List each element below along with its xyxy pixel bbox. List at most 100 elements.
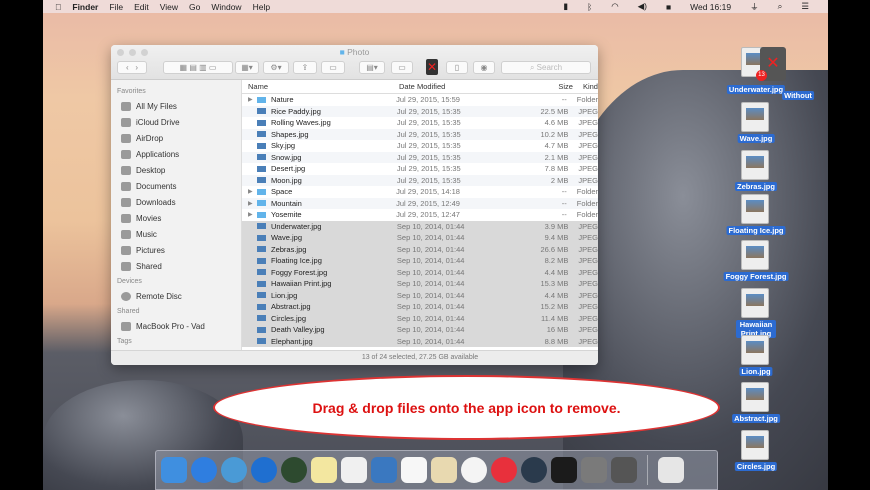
table-row[interactable]: Shapes.jpg Jul 29, 2015, 15:35 10.2 MB JPEG <box>242 128 598 140</box>
spotlight-icon[interactable]: ⌕ <box>778 1 783 12</box>
path-icon[interactable]: ▤▾ <box>359 61 385 74</box>
desktop-file-label[interactable]: Foggy Forest.jpg <box>723 272 789 281</box>
menu-edit[interactable]: Edit <box>134 2 149 12</box>
column-date-modified[interactable]: Date Modified <box>399 82 512 91</box>
dock-notes-icon[interactable] <box>401 457 427 483</box>
desktop-file-label[interactable]: Abstract.jpg <box>732 414 780 423</box>
wifi-icon[interactable]: ◠ <box>611 1 618 12</box>
table-row[interactable]: Desert.jpg Jul 29, 2015, 15:35 7.8 MB JPEG <box>242 163 598 175</box>
sidebar-item-applications[interactable]: Applications <box>117 146 241 162</box>
jpeg-file-icon[interactable] <box>741 102 769 132</box>
table-row[interactable]: Rolling Waves.jpg Jul 29, 2015, 15:35 4.6 … <box>242 117 598 129</box>
flag-icon[interactable]: ■ <box>666 2 671 12</box>
table-row[interactable]: ▶ Nature Jul 29, 2015, 15:59 -- Folder <box>242 94 598 106</box>
column-kind[interactable]: Kind <box>573 82 598 91</box>
sidebar-item-movies[interactable]: Movies <box>117 210 241 226</box>
table-row[interactable]: Snow.jpg Jul 29, 2015, 15:35 2.1 MB JPEG <box>242 151 598 163</box>
dock-system-preferences-icon[interactable] <box>581 457 607 483</box>
disclosure-triangle-icon[interactable]: ▶ <box>248 96 257 103</box>
column-size[interactable]: Size <box>512 82 573 91</box>
table-row[interactable]: Foggy Forest.jpg Sep 10, 2014, 01:44 4.4 M… <box>242 266 598 278</box>
disclosure-triangle-icon[interactable]: ▶ <box>248 188 257 195</box>
dock-sync-2-icon[interactable] <box>251 457 277 483</box>
table-row[interactable]: Zebras.jpg Sep 10, 2014, 01:44 26.6 MB JPEG <box>242 243 598 255</box>
notification-center-icon[interactable]: ☰ <box>801 1 809 12</box>
jpeg-file-icon[interactable] <box>741 335 769 365</box>
table-row[interactable]: Hawaiian Print.jpg Sep 10, 2014, 01:44 15.… <box>242 278 598 290</box>
jpeg-file-icon[interactable] <box>741 382 769 412</box>
dock-quicktime-icon[interactable] <box>521 457 547 483</box>
table-row[interactable]: ▶ Space Jul 29, 2015, 14:18 -- Folder <box>242 186 598 198</box>
clock[interactable]: Wed 16:19 <box>690 2 731 12</box>
dock-sync-3-icon[interactable] <box>281 457 307 483</box>
dock-maps-icon[interactable] <box>431 457 457 483</box>
table-row[interactable]: Lion.jpg Sep 10, 2014, 01:44 4.4 MB JPEG <box>242 289 598 301</box>
table-row[interactable]: Death Valley.jpg Sep 10, 2014, 01:44 16 MB… <box>242 324 598 336</box>
table-row[interactable]: Moon.jpg Jul 29, 2015, 15:35 2 MB JPEG <box>242 174 598 186</box>
share-icon[interactable]: ⇪ <box>293 61 317 74</box>
dock-finder-icon[interactable] <box>161 457 187 483</box>
menu-go[interactable]: Go <box>189 2 200 12</box>
column-name[interactable]: Name <box>242 82 399 91</box>
desktop-file-label[interactable]: Circles.jpg <box>734 462 778 471</box>
table-row[interactable]: ▶ Mountain Jul 29, 2015, 12:49 -- Folder <box>242 197 598 209</box>
dock-trash-icon[interactable] <box>658 457 684 483</box>
arrange-button[interactable]: ▦▾ <box>235 61 259 74</box>
table-row[interactable]: Wave.jpg Sep 10, 2014, 01:44 9.4 MB JPEG <box>242 232 598 244</box>
apple-menu-icon[interactable]:  <box>55 2 61 12</box>
table-row[interactable]: Abstract.jpg Sep 10, 2014, 01:44 15.2 MB JP… <box>242 301 598 313</box>
jpeg-file-icon[interactable] <box>741 288 769 318</box>
sidebar-item-remote-disc[interactable]: Remote Disc <box>117 288 241 304</box>
desktop-file-label[interactable]: Wave.jpg <box>737 134 775 143</box>
table-row[interactable]: Underwater.jpg Sep 10, 2014, 01:44 3.9 MB J… <box>242 220 598 232</box>
sidebar-item-shared[interactable]: Shared <box>117 258 241 274</box>
table-row[interactable]: Sky.jpg Jul 29, 2015, 15:35 4.7 MB JPEG <box>242 140 598 152</box>
tags-icon[interactable]: ▭ <box>321 61 345 74</box>
info-icon[interactable]: ▯ <box>446 61 468 74</box>
table-row[interactable]: ▶ Yosemite Jul 29, 2015, 12:47 -- Folder <box>242 209 598 221</box>
menu-app[interactable]: Finder <box>72 2 98 12</box>
dock-itunes-icon[interactable] <box>491 457 517 483</box>
desktop-file-label[interactable]: Underwater.jpg <box>726 85 786 94</box>
battery-icon[interactable]: ▮ <box>563 1 568 12</box>
sidebar-item-desktop[interactable]: Desktop <box>117 162 241 178</box>
view-mode-buttons[interactable]: ▦ ▤ ▥ ▭ <box>163 61 233 74</box>
disclosure-triangle-icon[interactable]: ▶ <box>248 211 257 218</box>
dock-vpn-icon[interactable] <box>341 457 367 483</box>
desktop-file-label[interactable]: Lion.jpg <box>739 367 773 376</box>
dock-terminal-icon[interactable] <box>551 457 577 483</box>
dock-photos-icon[interactable] <box>461 457 487 483</box>
table-row[interactable]: Elephant.jpg Sep 10, 2014, 01:44 8.8 MB JPE… <box>242 335 598 347</box>
jpeg-file-icon[interactable] <box>741 150 769 180</box>
table-row[interactable]: Rice Paddy.jpg Jul 29, 2015, 15:35 22.5 MB… <box>242 105 598 117</box>
dock-preview-icon[interactable] <box>371 457 397 483</box>
action-gear-icon[interactable]: ⚙▾ <box>263 61 289 74</box>
sidebar-item-downloads[interactable]: Downloads <box>117 194 241 210</box>
menu-view[interactable]: View <box>160 2 178 12</box>
jpeg-file-icon[interactable] <box>741 194 769 224</box>
menu-help[interactable]: Help <box>253 2 270 12</box>
search-input[interactable]: ⌕ Search <box>501 61 591 74</box>
sidebar-item-pictures[interactable]: Pictures <box>117 242 241 258</box>
bluetooth-icon[interactable]: ᛒ <box>587 2 592 12</box>
desktop-file-label[interactable]: Floating Ice.jpg <box>726 226 786 235</box>
menu-window[interactable]: Window <box>211 2 241 12</box>
menu-file[interactable]: File <box>109 2 123 12</box>
app-trash-icon[interactable]: ✕ <box>426 59 438 75</box>
volume-icon[interactable]: ◀) <box>638 1 647 12</box>
sidebar-item-documents[interactable]: Documents <box>117 178 241 194</box>
table-row[interactable]: Circles.jpg Sep 10, 2014, 01:44 11.4 MB JPE… <box>242 312 598 324</box>
back-forward-buttons[interactable]: ‹ › <box>117 61 147 74</box>
dock-safari-icon[interactable] <box>191 457 217 483</box>
jpeg-file-icon[interactable] <box>741 430 769 460</box>
table-row[interactable]: Floating Ice.jpg Sep 10, 2014, 01:44 8.2 M… <box>242 255 598 267</box>
disclosure-triangle-icon[interactable]: ▶ <box>248 200 257 207</box>
dock-textedit-icon[interactable] <box>311 457 337 483</box>
sidebar-item-macbook[interactable]: MacBook Pro - Vad <box>117 318 241 334</box>
user-icon[interactable]: ⏚ <box>750 1 759 13</box>
sidebar-item-music[interactable]: Music <box>117 226 241 242</box>
sidebar-item-all-my-files[interactable]: All My Files <box>117 98 241 114</box>
dock-sync-1-icon[interactable] <box>221 457 247 483</box>
quick-look-eye-icon[interactable]: ◉ <box>473 61 495 74</box>
jpeg-file-icon[interactable] <box>741 240 769 270</box>
